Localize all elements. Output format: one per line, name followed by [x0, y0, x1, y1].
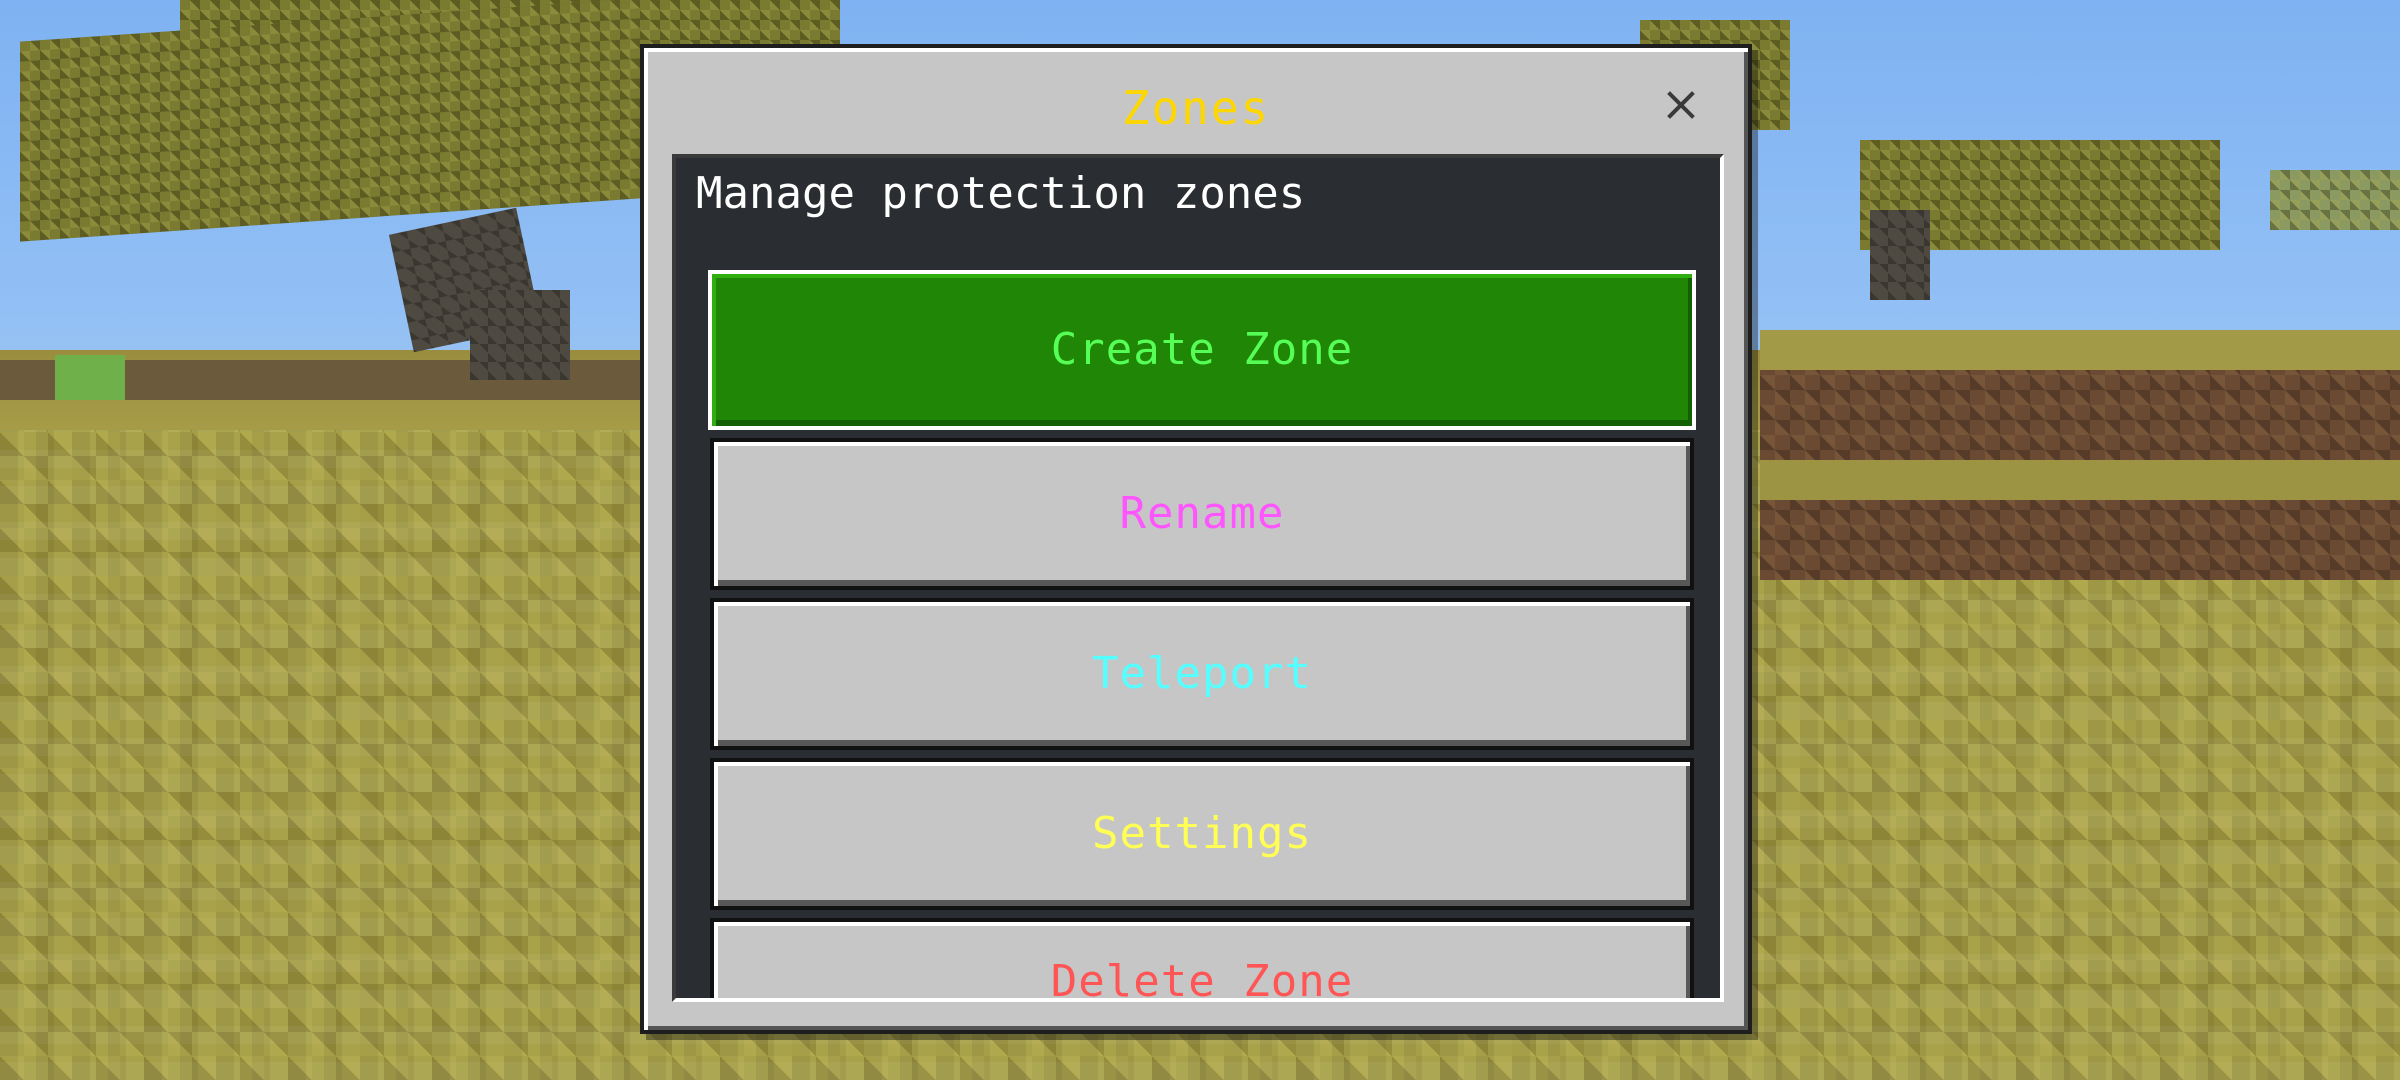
zones-dialog: Zones Manage protection zones Create Zon…: [640, 44, 1752, 1034]
teleport-button[interactable]: Teleport: [710, 598, 1694, 750]
dialog-content-panel: Manage protection zones Create Zone Rena…: [672, 154, 1724, 1002]
create-zone-button[interactable]: Create Zone: [708, 270, 1696, 430]
settings-button[interactable]: Settings: [710, 758, 1694, 910]
tree-canopy-left: [20, 0, 640, 242]
settings-label: Settings: [1092, 808, 1312, 859]
cactus-block: [55, 355, 125, 400]
tree-trunk-right: [1870, 210, 1930, 300]
dialog-title: Zones: [1121, 81, 1271, 135]
dialog-subtitle: Manage protection zones: [696, 168, 1306, 219]
dirt-ledge: [1760, 330, 2400, 580]
rename-button[interactable]: Rename: [710, 438, 1694, 590]
button-list: Create Zone Rename Teleport Settings Del…: [708, 270, 1696, 1002]
delete-zone-label: Delete Zone: [1050, 956, 1354, 1002]
close-button[interactable]: [1658, 82, 1704, 128]
close-icon: [1667, 91, 1695, 119]
teleport-label: Teleport: [1092, 648, 1312, 699]
tree-trunk-lower: [470, 290, 570, 380]
delete-zone-button[interactable]: Delete Zone: [710, 918, 1694, 1002]
tree-canopy-far-right: [2270, 170, 2400, 230]
rename-label: Rename: [1119, 488, 1285, 539]
create-zone-label: Create Zone: [1050, 324, 1354, 375]
